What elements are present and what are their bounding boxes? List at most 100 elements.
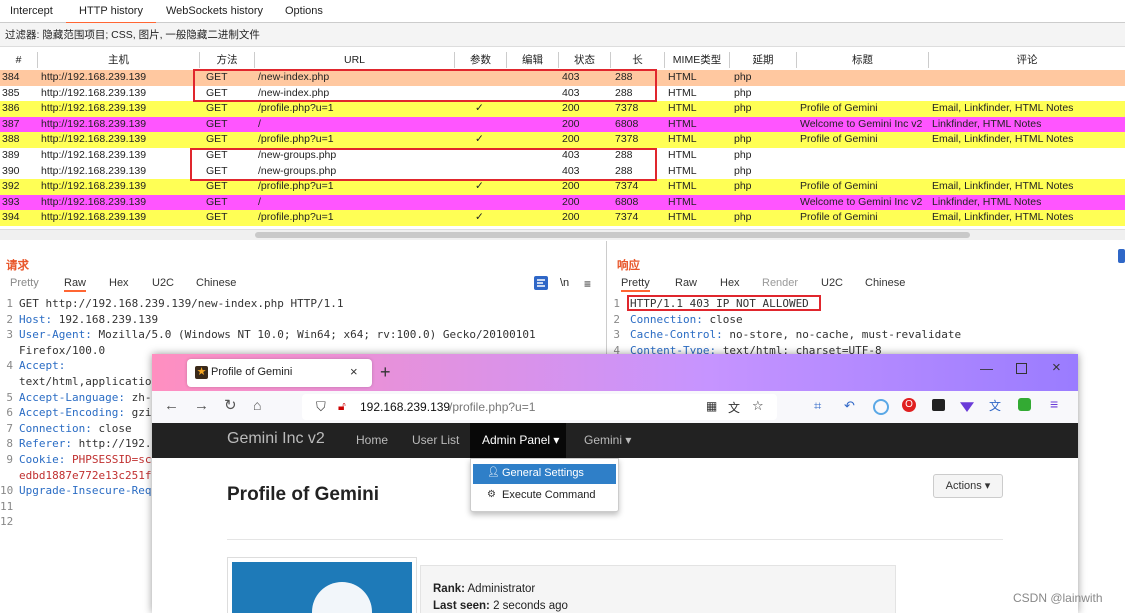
undo-icon[interactable]: ↶ <box>844 398 855 414</box>
header-key: Cache-Control: <box>630 328 723 342</box>
menu-item-execute-command[interactable]: ⚙ Execute Command <box>473 486 616 506</box>
header-value: close <box>702 312 743 326</box>
response-tab-raw[interactable]: Raw <box>675 277 697 289</box>
window-maximize-icon[interactable] <box>1016 363 1027 374</box>
crop-icon[interactable]: ⌗ <box>814 398 821 414</box>
table-row[interactable]: 393 http://192.168.239.139 GET / 200 6808 HTML… <box>0 194 1125 211</box>
translate-icon[interactable]: 文 <box>728 399 740 416</box>
response-tab-u2c[interactable]: U2C <box>821 277 843 289</box>
params-check-icon: ✓ <box>475 211 484 224</box>
col-header-extension[interactable]: 延期 <box>730 52 797 68</box>
table-row[interactable]: 392 http://192.168.239.139 GET/profile.php… <box>0 179 1125 195</box>
menu-icon[interactable]: ≡ <box>584 277 591 291</box>
line-number: 1 <box>613 297 620 310</box>
format-icon[interactable] <box>534 276 548 290</box>
side-collapse-icon[interactable] <box>1118 249 1125 263</box>
response-tab-pretty[interactable]: Pretty <box>621 277 650 292</box>
tab-http-history[interactable]: HTTP history <box>66 0 156 24</box>
qr-code-icon[interactable]: ▦ <box>706 399 717 413</box>
header-value: http://192. <box>71 437 152 451</box>
col-header-length[interactable]: 长 <box>611 52 665 68</box>
line-number: 6 <box>6 406 13 420</box>
response-tab-hex[interactable]: Hex <box>720 277 740 289</box>
cell-mime: HTML <box>668 164 697 177</box>
header-value: PHPSESSID=sc <box>65 453 152 466</box>
request-tab-chinese[interactable]: Chinese <box>196 277 236 289</box>
new-tab-icon[interactable]: + <box>380 362 391 383</box>
cat-extension-icon[interactable] <box>932 399 945 411</box>
insecure-lock-icon[interactable]: 🔓︎ <box>338 399 346 414</box>
actions-button[interactable]: Actions ▾ <box>933 474 1003 498</box>
col-header-url[interactable]: URL <box>255 52 455 68</box>
ring-extension-icon[interactable] <box>873 399 889 415</box>
cell-comment <box>932 148 1122 164</box>
cell-extension: php <box>734 86 752 99</box>
browser-menu-icon[interactable]: ≡ <box>1050 396 1058 412</box>
admin-dropdown-menu: 👤︎ General Settings ⚙ Execute Command <box>470 458 619 512</box>
col-header-status[interactable]: 状态 <box>559 52 611 68</box>
col-header-edited[interactable]: 编辑 <box>507 52 559 68</box>
filter-bar[interactable]: 过滤器: 隐藏范围项目; CSS, 图片, 一般隐藏二进制文件 <box>0 23 1125 47</box>
nav-gemini[interactable]: Gemini ▾ <box>584 433 631 447</box>
tab-close-icon[interactable]: × <box>350 364 358 379</box>
brand-link[interactable]: Gemini Inc v2 <box>227 430 325 448</box>
browser-tab[interactable]: ★ Profile of Gemini × <box>187 359 372 387</box>
col-header-title[interactable]: 标题 <box>797 52 929 68</box>
translate-extension-icon[interactable]: 文 <box>989 397 1001 414</box>
url-bar[interactable]: ⛉ 🔓︎ 192.168.239.139 /profile.php?u=1 ▦ … <box>302 394 777 420</box>
tab-websockets-history[interactable]: WebSockets history <box>166 0 263 22</box>
line-number: 7 <box>6 421 13 435</box>
bookmark-star-icon[interactable]: ☆ <box>752 398 764 414</box>
home-icon[interactable]: ⌂ <box>253 397 261 413</box>
col-header-host[interactable]: 主机 <box>38 52 200 68</box>
menu-item-general-settings[interactable]: 👤︎ General Settings <box>473 464 616 484</box>
table-row[interactable]: 386 http://192.168.239.139 GET/profile.php… <box>0 101 1125 117</box>
col-header-id[interactable]: # <box>0 52 38 68</box>
window-close-icon[interactable]: × <box>1052 359 1061 376</box>
cell-extension <box>734 117 794 133</box>
request-tab-u2c[interactable]: U2C <box>152 277 174 289</box>
newline-toggle-icon[interactable]: \n <box>560 277 569 289</box>
cell-title: Profile of Gemini <box>800 180 878 193</box>
code-line: Host: 192.168.239.139 <box>19 313 158 326</box>
tab-options[interactable]: Options <box>285 0 323 22</box>
col-header-comment[interactable]: 评论 <box>929 52 1125 68</box>
response-tab-render[interactable]: Render <box>762 277 798 289</box>
col-header-mime[interactable]: MIME类型 <box>665 52 730 68</box>
cell-host: http://192.168.239.139 <box>41 211 147 224</box>
table-row[interactable]: 388 http://192.168.239.139 GET/profile.php… <box>0 132 1125 148</box>
line-number: 3 <box>6 328 13 342</box>
line-number: 5 <box>6 390 13 404</box>
shield-icon[interactable]: ⛉ <box>316 399 326 415</box>
col-header-method[interactable]: 方法 <box>200 52 255 68</box>
cell-title <box>800 86 928 102</box>
face-extension-icon[interactable] <box>1018 398 1031 411</box>
request-tab-pretty[interactable]: Pretty <box>10 277 39 289</box>
tab-intercept[interactable]: Intercept <box>10 0 53 22</box>
code-line: Accept-Language: zh- <box>19 391 151 404</box>
avatar <box>232 562 412 613</box>
window-minimize-icon[interactable]: — <box>980 361 993 376</box>
opera-extension-icon[interactable]: O <box>902 398 916 412</box>
table-row[interactable]: 394 http://192.168.239.139 GET/profile.php… <box>0 210 1125 226</box>
request-tab-raw[interactable]: Raw <box>64 277 87 292</box>
forward-icon[interactable]: → <box>194 397 209 414</box>
header-key: Upgrade-Insecure-Req <box>19 484 152 498</box>
line-number: 2 <box>6 312 13 326</box>
nav-home[interactable]: Home <box>356 433 388 447</box>
nav-admin-panel[interactable]: Admin Panel ▾ <box>470 423 566 458</box>
cell-url: / <box>258 195 261 208</box>
nav-user-list[interactable]: User List <box>412 433 459 447</box>
download-extension-icon[interactable] <box>960 402 974 412</box>
reload-icon[interactable]: ↻ <box>224 396 237 414</box>
request-tab-hex[interactable]: Hex <box>109 277 129 289</box>
code-line: Connection: close <box>630 313 743 326</box>
url-path: /profile.php?u=1 <box>449 400 536 414</box>
table-row[interactable]: 387 http://192.168.239.139 GET / 200 6808 HTML… <box>0 116 1125 133</box>
back-icon[interactable]: ← <box>164 397 179 414</box>
table-scrollbar[interactable] <box>0 229 1125 240</box>
scrollbar-thumb[interactable] <box>255 232 970 238</box>
col-header-params[interactable]: 参数 <box>455 52 507 68</box>
response-tab-chinese[interactable]: Chinese <box>865 277 905 289</box>
cell-length: 6808 <box>615 117 639 130</box>
